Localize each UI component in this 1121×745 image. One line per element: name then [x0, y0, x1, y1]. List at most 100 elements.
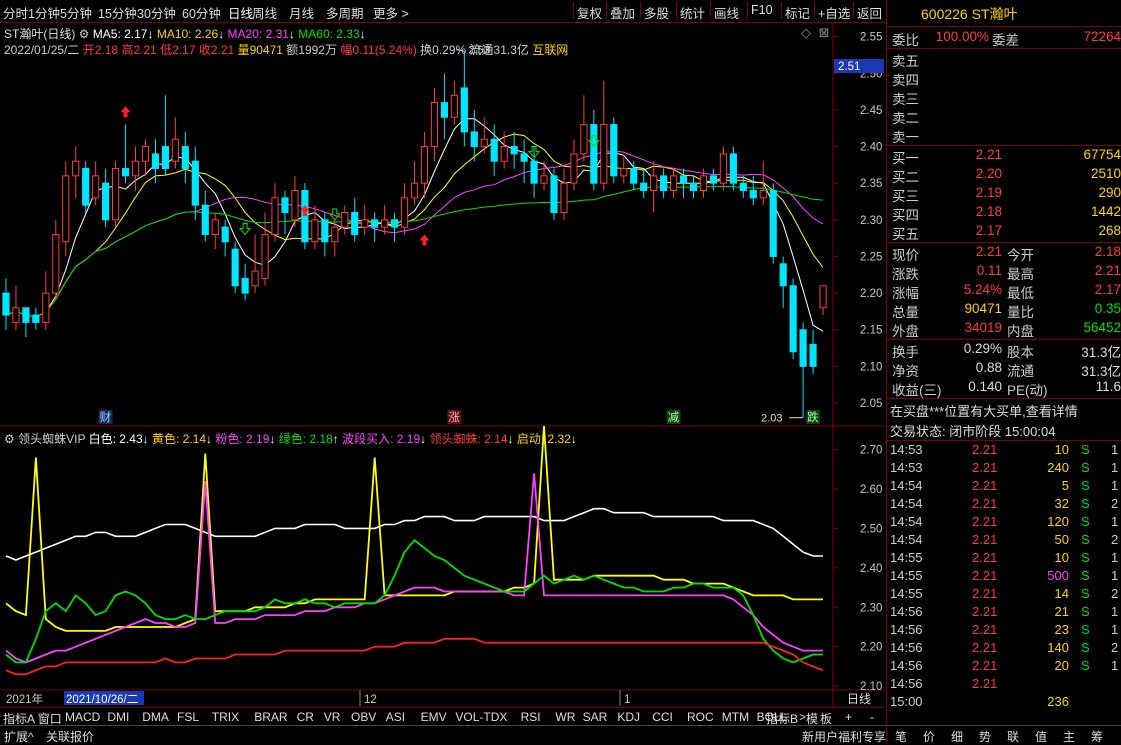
candle[interactable] [221, 219, 229, 257]
candle[interactable] [819, 285, 827, 316]
indicator-tab[interactable]: BRAR [254, 710, 287, 724]
panel-tab[interactable]: 价 [923, 728, 935, 745]
sell-level-row[interactable]: 卖四 [887, 69, 1121, 88]
candle[interactable] [42, 271, 50, 330]
candle[interactable] [271, 183, 279, 242]
panel-tab[interactable]: 值 [1035, 728, 1047, 745]
settings-icon[interactable]: ⚙ [79, 27, 90, 41]
sell-level-row[interactable]: 卖三 [887, 88, 1121, 107]
expand-button[interactable]: 扩展^ [4, 728, 34, 745]
sell-level-row[interactable]: 卖一 [887, 126, 1121, 145]
indicator-tab[interactable]: ASI [386, 710, 405, 724]
period-tab[interactable]: 周线 [252, 3, 277, 22]
candle[interactable] [261, 212, 269, 286]
indicator-b-tab[interactable]: - [870, 710, 874, 724]
candle[interactable] [650, 161, 658, 213]
candle[interactable] [351, 197, 359, 242]
toolbar-button[interactable]: 叠加 [610, 3, 635, 22]
panel-tab[interactable]: 细 [951, 728, 963, 745]
candle[interactable] [231, 241, 239, 294]
candle[interactable] [500, 131, 508, 169]
buy-level-row[interactable]: 买五 2.17 268 [887, 223, 1121, 242]
candle[interactable] [32, 307, 40, 330]
candle[interactable] [769, 183, 777, 264]
candle[interactable] [211, 212, 219, 250]
candle[interactable] [430, 87, 439, 162]
close-icon[interactable]: ⊠ [819, 25, 830, 40]
panel-tab[interactable]: 主 [1063, 728, 1075, 745]
period-tab[interactable]: 15分钟 [98, 3, 137, 22]
indicator-tab[interactable]: DMA [142, 710, 169, 724]
toolbar-button[interactable]: 画线 [714, 3, 739, 22]
toolbar-button[interactable]: 返回 [857, 3, 882, 22]
candle[interactable] [440, 73, 448, 140]
period-tab[interactable]: 30分钟 [137, 3, 176, 22]
candle[interactable] [291, 175, 299, 228]
period-tab[interactable]: 多周期 [326, 3, 364, 22]
candle[interactable] [102, 168, 110, 228]
diamond-icon[interactable]: ◇ [801, 25, 811, 40]
candle[interactable] [311, 205, 319, 250]
indicator-b-tab[interactable]: + [845, 710, 852, 724]
candlestick-chart[interactable]: 2.55 2.50 2.45 2.40 2.35 2.30 2.25 2.20 2.15 2.10… [0, 22, 885, 707]
candle[interactable] [580, 95, 588, 162]
candle[interactable] [171, 117, 179, 169]
concept-link[interactable]: 互联网 [532, 43, 568, 57]
indicator-tab[interactable]: WR [555, 710, 575, 724]
indicator-tab[interactable]: SAR [583, 710, 608, 724]
candle[interactable] [630, 161, 638, 191]
period-tab[interactable]: 更多 > [373, 3, 409, 22]
candle[interactable] [709, 168, 718, 191]
candle[interactable] [62, 161, 70, 257]
toolbar-button[interactable]: 复权 [577, 3, 602, 22]
candle[interactable] [371, 212, 379, 242]
buy-level-row[interactable]: 买一 2.21 67754 [887, 147, 1121, 166]
candle[interactable] [669, 168, 678, 198]
indicator-tab[interactable]: > [799, 710, 806, 724]
related-quote-button[interactable]: 关联报价 [46, 728, 94, 745]
candle[interactable] [341, 205, 349, 235]
candle[interactable] [390, 212, 399, 242]
candle[interactable] [450, 80, 458, 125]
notice-link[interactable]: 在买盘***位置有大买单,查看详情 [890, 401, 1078, 420]
indicator-tab[interactable]: MTM [722, 710, 749, 724]
candle[interactable] [121, 124, 130, 184]
indicator-tab[interactable]: OBV [351, 710, 376, 724]
candle[interactable] [251, 234, 259, 294]
sell-level-row[interactable]: 卖五 [887, 50, 1121, 69]
period-tab[interactable]: 日线 [228, 3, 253, 22]
toolbar-button[interactable]: +自选 [818, 3, 850, 22]
indicator-tab[interactable]: ROC [687, 710, 714, 724]
candle[interactable] [361, 205, 369, 235]
indicator-tab[interactable]: KDJ [617, 710, 640, 724]
candle[interactable] [92, 161, 100, 206]
period-tab[interactable]: 分时 [3, 3, 28, 22]
candle[interactable] [560, 168, 568, 220]
candle[interactable] [789, 278, 797, 360]
indicator-tab[interactable]: VOL-TDX [455, 710, 507, 724]
candle[interactable] [739, 175, 747, 198]
indicator-tab[interactable]: EMV [421, 710, 447, 724]
candle[interactable] [82, 161, 90, 213]
candle[interactable] [131, 146, 140, 191]
toolbar-button[interactable]: F10 [751, 3, 773, 17]
candle[interactable] [660, 168, 668, 198]
candle[interactable] [640, 168, 648, 198]
candle[interactable] [520, 139, 528, 184]
candle[interactable] [600, 80, 608, 191]
candle[interactable] [729, 146, 737, 191]
candle[interactable] [22, 307, 30, 338]
candle[interactable] [410, 161, 419, 206]
toolbar-button[interactable]: 多股 [644, 3, 669, 22]
period-tab[interactable]: 5分钟 [60, 3, 92, 22]
candle[interactable] [510, 131, 518, 169]
candle[interactable] [460, 51, 468, 147]
settings-icon[interactable]: ⚙ [4, 432, 15, 446]
indicator-tab[interactable]: MACD [65, 710, 100, 724]
indicator-tab[interactable]: TRIX [212, 710, 239, 724]
buy-level-row[interactable]: 买三 2.19 290 [887, 185, 1121, 204]
candle[interactable] [540, 161, 548, 191]
candle[interactable] [400, 183, 409, 235]
indicator-tab[interactable]: CR [297, 710, 314, 724]
candle[interactable] [201, 190, 209, 242]
